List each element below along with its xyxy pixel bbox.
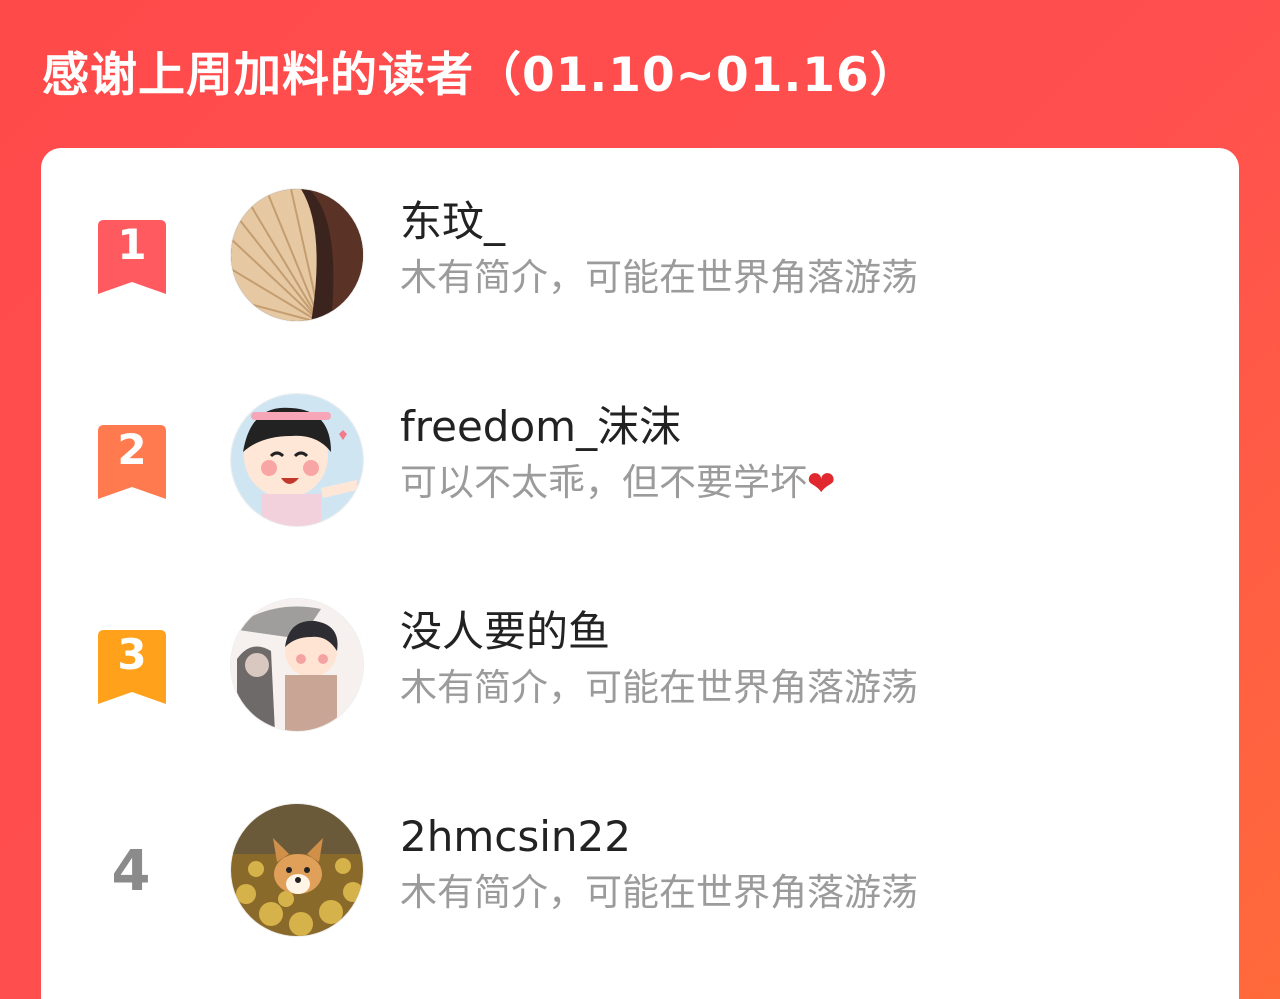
rank-ribbon-badge-1: 1 [98,220,166,294]
reader-bio: 木有简介，可能在世界角落游荡 [400,871,918,914]
reader-name: freedom_沫沫 [400,402,682,451]
rank-number: 1 [117,220,147,269]
heart-icon: ❤ [807,464,836,504]
reader-row-1[interactable]: 1 东玟_ 木有简介，可能在世界角落游荡 [41,188,1239,338]
avatar-bamboo-fan-photo[interactable] [230,188,364,322]
rank-number: 2 [117,425,147,474]
page-title: 感谢上周加料的读者（01.10~01.16） [42,48,918,103]
rank-ribbon-badge-2: 2 [98,425,166,499]
reader-row-3[interactable]: 3 没人要的鱼 木有简介，可能在世界角落游荡 [41,598,1239,748]
reader-row-2[interactable]: 2 freedom_沫沫 可以不太乖，但不要学坏❤ [41,393,1239,543]
rank-ribbon-badge-3: 3 [98,630,166,704]
reader-bio-text: 可以不太乖，但不要学坏 [400,461,807,504]
rank-number: 3 [117,630,147,679]
reader-bio: 木有简介，可能在世界角落游荡 [400,666,918,709]
reader-bio: 木有简介，可能在世界角落游荡 [400,256,918,299]
avatar-corgi-in-leaves[interactable] [230,803,364,937]
reader-bio: 可以不太乖，但不要学坏❤ [400,459,836,508]
avatar-anime-boys[interactable] [230,598,364,732]
reader-name: 没人要的鱼 [400,607,611,656]
avatar-cartoon-girl[interactable] [230,393,364,527]
reader-name: 东玟_ [400,197,506,246]
reader-name: 2hmcsin22 [400,812,631,861]
reader-list-card: 1 东玟_ 木有简介，可能在世界角落游荡 2 freedom_沫沫 可以不太乖，… [41,148,1239,999]
rank-number-plain: 4 [111,839,151,904]
reader-row-4[interactable]: 4 2hmcsin22 木有简介，可能在世界角落游荡 [41,803,1239,953]
page: 感谢上周加料的读者（01.10~01.16） 1 东玟_ 木有简介，可能在世界角… [0,0,1280,999]
